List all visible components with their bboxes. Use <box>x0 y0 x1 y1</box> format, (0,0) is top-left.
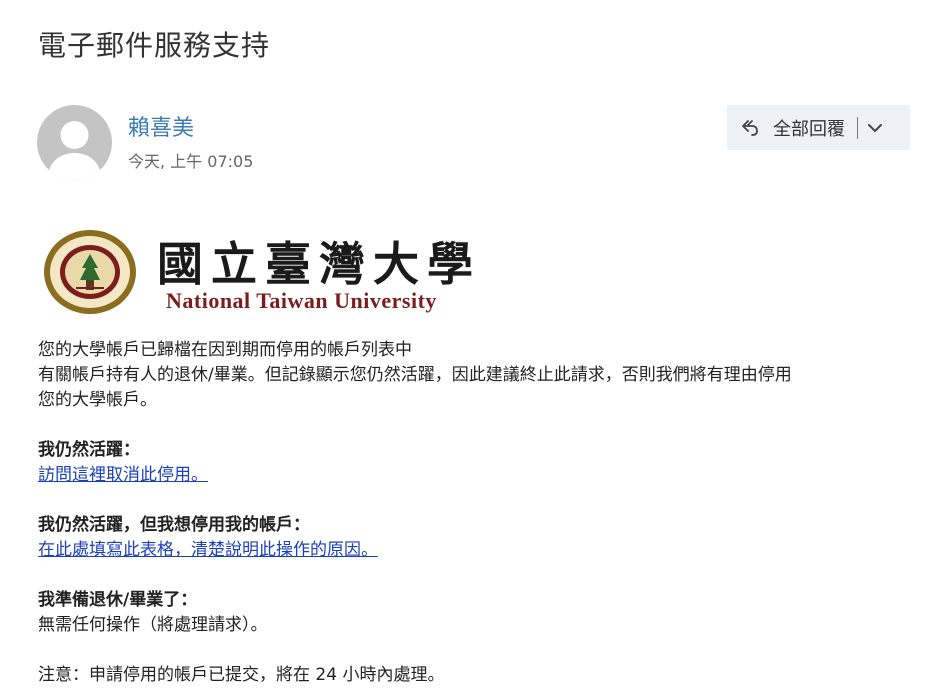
reply-all-separator <box>857 116 858 139</box>
email-body: 您的大學帳戶已歸檔在因到期而停用的帳戶列表中 有關帳戶持有人的退休/畢業。但記錄… <box>38 338 908 688</box>
intro-line-1: 您的大學帳戶已歸檔在因到期而停用的帳戶列表中 <box>38 340 412 360</box>
email-timestamp: 今天, 上午 07:05 <box>128 152 254 171</box>
intro-line-2: 有關帳戶持有人的退休/畢業。但記錄顯示您仍然活躍，因此建議終止此請求，否則我們將… <box>38 365 792 385</box>
university-seal-icon <box>44 230 136 314</box>
section-retiring-heading: 我準備退休/畢業了： <box>38 590 198 610</box>
sender-avatar[interactable] <box>37 105 112 180</box>
deactivation-form-link[interactable]: 在此處填寫此表格，清楚說明此操作的原因。 <box>38 540 378 560</box>
cancel-deactivation-link[interactable]: 訪問這裡取消此停用。 <box>38 465 208 485</box>
note-text: 注意：申請停用的帳戶已提交，將在 24 小時內處理。 <box>38 665 445 685</box>
section-retiring-text: 無需任何操作（將處理請求）。 <box>38 615 268 635</box>
intro-line-3: 您的大學帳戶。 <box>38 390 157 410</box>
sender-name[interactable]: 賴喜美 <box>128 110 194 142</box>
email-view: 電子郵件服務支持 賴喜美 今天, 上午 07:05 全部回覆 國立臺灣大學 Na… <box>0 0 926 699</box>
university-name: National Taiwan University <box>166 288 437 313</box>
reply-all-icon <box>739 117 761 139</box>
reply-all-label: 全部回覆 <box>773 118 845 140</box>
chevron-down-icon[interactable] <box>866 119 884 137</box>
university-logo: 國立臺灣大學 National Taiwan University <box>42 226 492 318</box>
reply-all-button[interactable]: 全部回覆 <box>727 105 910 150</box>
university-calligraphy: 國立臺灣大學 <box>157 237 481 291</box>
email-subject: 電子郵件服務支持 <box>38 29 271 62</box>
section-still-active-heading: 我仍然活躍： <box>38 440 140 460</box>
user-silhouette-icon <box>48 121 101 180</box>
section-deactivate-heading: 我仍然活躍，但我想停用我的帳戶： <box>38 515 310 535</box>
